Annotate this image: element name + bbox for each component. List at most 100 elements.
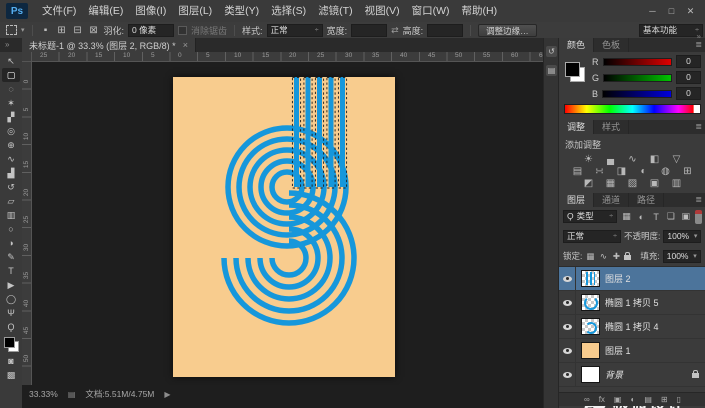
visibility-toggle[interactable]: [559, 291, 576, 314]
hand-tool-icon[interactable]: Ψ: [2, 306, 20, 320]
quick-mask-icon[interactable]: ◙: [2, 354, 20, 368]
hue-saturation-icon[interactable]: ▤: [572, 166, 584, 177]
foreground-color-swatch[interactable]: [3, 337, 15, 348]
path-selection-tool-icon[interactable]: ▶: [2, 278, 20, 292]
new-selection-icon[interactable]: ▪: [40, 25, 52, 36]
toolbar-collapse-icon[interactable]: »: [5, 38, 9, 51]
gradient-map-icon[interactable]: ▥: [671, 178, 683, 189]
tab-styles[interactable]: 样式: [594, 120, 630, 134]
invert-icon[interactable]: ◩: [583, 178, 595, 189]
fill-input[interactable]: 100% ▾: [662, 249, 701, 263]
zoom-level[interactable]: 33.33%: [29, 389, 58, 399]
layer-row-layer-2[interactable]: 图层 2: [559, 267, 705, 291]
history-panel-icon[interactable]: ↺: [546, 46, 557, 57]
green-value[interactable]: 0: [676, 71, 701, 84]
color-lookup-icon[interactable]: ⊞: [682, 166, 694, 177]
height-input[interactable]: [427, 23, 464, 37]
blue-slider[interactable]: [602, 89, 672, 98]
pen-tool-icon[interactable]: ✎: [2, 250, 20, 264]
zoom-tool-icon[interactable]: Ϙ: [2, 320, 20, 334]
layer-thumbnail[interactable]: [581, 342, 600, 359]
filter-adjustment-layers-icon[interactable]: ◐: [636, 212, 647, 222]
blue-value[interactable]: 0: [676, 87, 701, 100]
tab-channels[interactable]: 通道: [594, 193, 630, 207]
close-button[interactable]: ✕: [681, 1, 700, 21]
tool-preset-marquee-icon[interactable]: [6, 25, 17, 35]
add-layer-mask-icon[interactable]: ▣: [614, 395, 622, 404]
tool-preset-caret-icon[interactable]: ▾: [21, 26, 25, 34]
panel-menu-icon[interactable]: ≣: [695, 120, 705, 134]
menu-view[interactable]: 视图(V): [359, 0, 406, 22]
link-layers-icon[interactable]: ∞: [584, 395, 590, 404]
quick-selection-tool-icon[interactable]: ✶: [2, 96, 20, 110]
layer-thumbnail[interactable]: [581, 318, 600, 335]
brush-tool-icon[interactable]: ∿: [2, 152, 20, 166]
selective-color-icon[interactable]: ▣: [649, 178, 661, 189]
menu-image[interactable]: 图像(I): [129, 0, 172, 22]
red-value[interactable]: 0: [676, 55, 701, 68]
eyedropper-tool-icon[interactable]: ◎: [2, 124, 20, 138]
width-input[interactable]: [351, 23, 388, 37]
levels-icon[interactable]: ▄: [605, 154, 617, 165]
filter-smart-objects-icon[interactable]: ▣: [680, 211, 691, 222]
history-brush-tool-icon[interactable]: ↺: [2, 180, 20, 194]
vibrance-icon[interactable]: ▽: [671, 154, 683, 165]
posterize-icon[interactable]: ▦: [605, 178, 617, 189]
visibility-toggle[interactable]: [559, 315, 576, 338]
blur-tool-icon[interactable]: ○: [2, 222, 20, 236]
menu-window[interactable]: 窗口(W): [406, 0, 456, 22]
filter-type-layers-icon[interactable]: T: [651, 212, 662, 222]
menu-type[interactable]: 类型(Y): [218, 0, 265, 22]
layer-filter-type-select[interactable]: Ϙ 类型 ÷: [563, 210, 618, 223]
rectangular-marquee-tool-icon[interactable]: ▢: [2, 68, 20, 82]
refine-edge-button[interactable]: 调整边缘…: [478, 23, 537, 37]
menu-layer[interactable]: 图层(L): [172, 0, 218, 22]
lock-all-icon[interactable]: [624, 251, 632, 260]
gradient-tool-icon[interactable]: ▥: [2, 208, 20, 222]
menu-help[interactable]: 帮助(H): [456, 0, 504, 22]
visibility-toggle[interactable]: [559, 339, 576, 362]
properties-panel-icon[interactable]: ▤: [546, 65, 557, 76]
layer-row-ellipse-copy-4[interactable]: 椭圆 1 拷贝 4: [559, 315, 705, 339]
red-slider[interactable]: [602, 57, 672, 66]
tab-paths[interactable]: 路径: [629, 193, 665, 207]
tab-layers[interactable]: 图层: [559, 193, 595, 207]
antialias-checkbox[interactable]: [178, 25, 188, 35]
menu-select[interactable]: 选择(S): [265, 0, 312, 22]
clone-stamp-tool-icon[interactable]: ▟: [2, 166, 20, 180]
visibility-toggle[interactable]: [559, 267, 576, 290]
crop-tool-icon[interactable]: ▞: [2, 110, 20, 124]
minimize-button[interactable]: ─: [643, 1, 662, 21]
menu-file[interactable]: 文件(F): [36, 0, 82, 22]
canvas-area[interactable]: 25 20 15 10 5 0 5 10 15 20 25 30 35 40 4…: [22, 52, 543, 385]
layer-name[interactable]: 图层 1: [605, 344, 631, 357]
document-tab[interactable]: 未标题-1 @ 33.3% (图层 2, RGB/8) * ×: [22, 38, 196, 52]
workspace-select[interactable]: 基本功能 ÷: [639, 24, 703, 37]
new-adjustment-layer-icon[interactable]: ◐: [630, 395, 635, 404]
layer-row-layer-1[interactable]: 图层 1: [559, 339, 705, 363]
link-dimensions-icon[interactable]: ⇄: [391, 25, 399, 36]
green-slider[interactable]: [603, 73, 672, 82]
menu-filter[interactable]: 滤镜(T): [312, 0, 358, 22]
dodge-tool-icon[interactable]: ◑: [2, 236, 20, 250]
threshold-icon[interactable]: ▨: [627, 178, 639, 189]
menu-edit[interactable]: 编辑(E): [82, 0, 129, 22]
shape-tool-icon[interactable]: ◯: [2, 292, 20, 306]
layer-row-background[interactable]: 背景: [559, 363, 705, 387]
filter-pixel-layers-icon[interactable]: ▦: [621, 211, 632, 222]
foreground-color-swatch[interactable]: [565, 62, 580, 77]
opacity-input[interactable]: 100% ▾: [663, 229, 702, 243]
layer-styles-icon[interactable]: fx: [599, 395, 605, 404]
black-white-icon[interactable]: ◨: [616, 166, 628, 177]
layer-name[interactable]: 背景: [605, 368, 623, 381]
tab-swatches[interactable]: 色板: [594, 38, 630, 52]
add-selection-icon[interactable]: ⊞: [56, 25, 68, 36]
blend-mode-select[interactable]: 正常 ÷: [563, 229, 621, 243]
layer-thumbnail[interactable]: [581, 294, 600, 311]
layer-thumbnail[interactable]: [581, 270, 600, 287]
layer-filter-toggle[interactable]: [695, 209, 702, 224]
filter-shape-layers-icon[interactable]: ❏: [666, 211, 677, 222]
photo-filter-icon[interactable]: ◐: [638, 166, 650, 177]
panel-menu-icon[interactable]: ≣: [695, 38, 705, 52]
screen-mode-icon[interactable]: ▩: [2, 368, 20, 382]
